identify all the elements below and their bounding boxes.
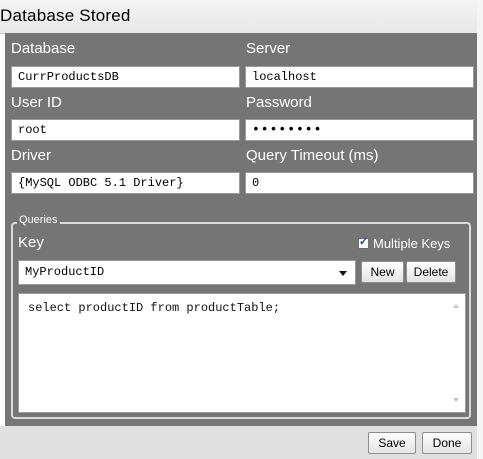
key-select[interactable]: MyProductID bbox=[18, 260, 356, 285]
multiple-keys-toggle[interactable]: ✓ Multiple Keys bbox=[358, 234, 450, 252]
database-field[interactable]: CurrProductsDB bbox=[11, 66, 240, 88]
key-select-value: MyProductID bbox=[25, 265, 105, 279]
window-right-edge bbox=[477, 0, 483, 459]
new-key-button[interactable]: New bbox=[361, 261, 404, 283]
sql-editor[interactable]: select productID from productTable; bbox=[18, 293, 466, 413]
delete-key-button[interactable]: Delete bbox=[406, 261, 456, 283]
server-field[interactable]: localhost bbox=[245, 66, 474, 88]
sql-editor-scrollbar[interactable] bbox=[448, 294, 465, 412]
done-button[interactable]: Done bbox=[422, 432, 472, 454]
password-label: Password bbox=[246, 94, 312, 111]
server-label: Server bbox=[246, 40, 291, 57]
title-bar[interactable]: Database Stored bbox=[0, 0, 483, 34]
query-timeout-field[interactable]: 0 bbox=[245, 172, 474, 194]
key-label: Key bbox=[18, 234, 44, 251]
driver-field[interactable]: {MySQL ODBC 5.1 Driver} bbox=[11, 172, 240, 194]
multiple-keys-checkbox[interactable]: ✓ bbox=[358, 235, 369, 249]
save-button[interactable]: Save bbox=[368, 432, 416, 454]
scroll-up-arrow-icon[interactable] bbox=[453, 304, 459, 308]
database-label: Database bbox=[11, 40, 76, 57]
userid-label: User ID bbox=[11, 94, 62, 111]
queries-group-title: Queries bbox=[17, 214, 60, 226]
chevron-down-icon[interactable] bbox=[339, 271, 347, 276]
multiple-keys-label: Multiple Keys bbox=[373, 235, 451, 251]
driver-label: Driver bbox=[11, 147, 51, 164]
sql-text: select productID from productTable; bbox=[28, 301, 281, 315]
userid-field[interactable]: root bbox=[11, 119, 240, 141]
window-title: Database Stored bbox=[0, 6, 131, 25]
password-field[interactable]: •••••••• bbox=[245, 119, 474, 141]
query-timeout-label: Query Timeout (ms) bbox=[246, 147, 379, 164]
scroll-down-arrow-icon[interactable] bbox=[453, 398, 459, 402]
database-stored-window: Database Stored Database CurrProductsDB … bbox=[0, 0, 483, 459]
check-icon: ✓ bbox=[359, 235, 369, 248]
